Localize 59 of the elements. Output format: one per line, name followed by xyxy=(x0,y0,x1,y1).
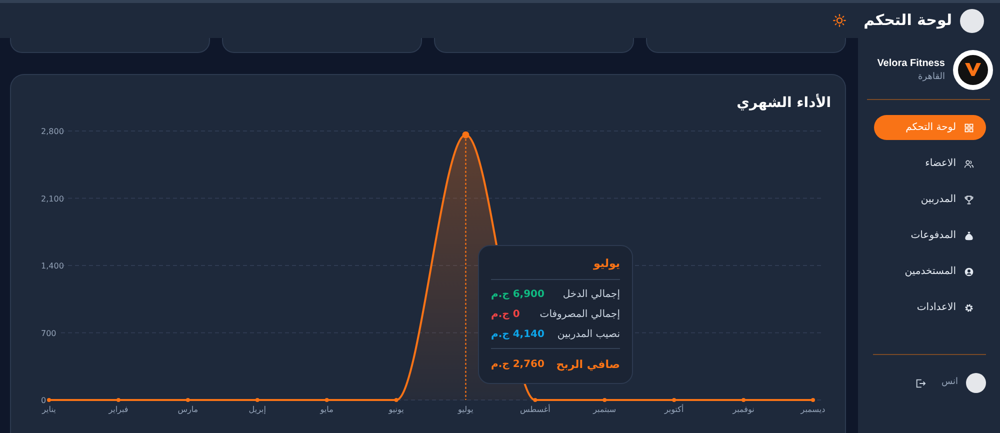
x-axis-label: سبتمبر xyxy=(593,405,616,414)
data-point xyxy=(672,398,676,402)
total-label: صافي الربح xyxy=(556,356,620,373)
nav-item[interactable]: المدربين xyxy=(874,187,986,212)
user-avatar xyxy=(966,373,986,393)
x-axis-label: إبريل xyxy=(248,405,266,414)
chart-title: الأداء الشهري xyxy=(736,93,831,113)
nav-item[interactable]: المستخدمين xyxy=(874,259,986,284)
logout-icon[interactable] xyxy=(914,378,926,388)
data-point xyxy=(742,398,746,402)
money-bag-icon xyxy=(964,230,974,240)
tooltip-value: 6,900 ج.م xyxy=(491,288,544,302)
x-axis-label: فبراير xyxy=(108,405,128,414)
brand-city: القاهرة xyxy=(917,70,945,84)
x-axis-label: يناير xyxy=(42,405,56,414)
tooltip-value: 4,140 ج.م xyxy=(491,328,544,342)
y-axis-label: 2,100 xyxy=(41,194,64,204)
x-axis-label: ديسمبر xyxy=(800,405,826,414)
x-axis-label: مايو xyxy=(320,405,334,414)
y-axis-label: 700 xyxy=(41,328,56,338)
x-axis-label: نوفمبر xyxy=(732,405,754,414)
nav-item[interactable]: المدفوعات xyxy=(874,223,986,248)
tooltip-label: إجمالي الدخل xyxy=(562,288,620,302)
trophy-icon xyxy=(964,194,974,204)
sun-icon xyxy=(832,14,846,27)
brand-name: Velora Fitness xyxy=(877,56,945,71)
brand-logo xyxy=(953,50,993,90)
tooltip-label: إجمالي المصروفات xyxy=(540,308,620,322)
total-value: 2,760 ج.م xyxy=(491,358,544,372)
y-axis-label: 1,400 xyxy=(41,262,64,270)
page-title: لوحة التحكم xyxy=(864,10,952,32)
x-axis-label: أكتوبر xyxy=(664,405,684,414)
x-axis-label: يونيو xyxy=(388,405,404,414)
tooltip-label: نصيب المدربين xyxy=(557,328,620,342)
avatar[interactable] xyxy=(960,8,984,32)
nav-item[interactable]: الاعدادات xyxy=(874,295,986,320)
tooltip-title: يوليو xyxy=(592,256,620,272)
nav-item[interactable]: الاعضاء xyxy=(874,151,986,176)
data-point xyxy=(47,398,51,402)
data-point xyxy=(602,398,607,402)
y-axis-label: 0 xyxy=(41,396,46,405)
data-point xyxy=(324,398,329,402)
grid-icon xyxy=(964,122,974,132)
data-point xyxy=(533,398,538,402)
data-point xyxy=(394,398,398,402)
x-axis-label: مارس xyxy=(178,405,198,414)
data-point xyxy=(186,398,190,402)
x-axis-label: أغسطس xyxy=(520,405,550,414)
data-point xyxy=(462,131,470,138)
data-point xyxy=(116,398,120,402)
user-icon xyxy=(964,266,974,276)
user-name: انس xyxy=(942,376,958,390)
gear-icon xyxy=(964,302,974,312)
tooltip-value: 0 ج.م xyxy=(491,308,520,322)
data-point xyxy=(255,398,260,402)
data-point xyxy=(811,398,815,402)
x-axis-label: يوليو xyxy=(458,405,474,414)
y-axis-label: 2,800 xyxy=(41,127,64,136)
users-icon xyxy=(964,158,974,168)
